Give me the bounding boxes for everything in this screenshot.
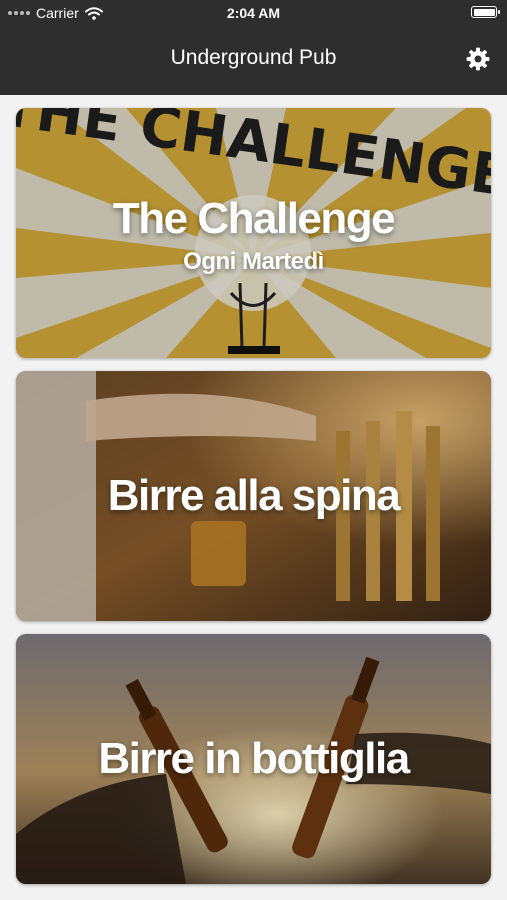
top-bar: Carrier 2:04 AM Underground Pub: [0, 0, 507, 95]
challenge-card[interactable]: THE CHALLENGE The Challenge Ogni Martedì: [16, 108, 491, 358]
card-subtitle: Ogni Martedì: [183, 248, 324, 275]
card-title: The Challenge: [112, 194, 396, 243]
card-title: Birre in bottiglia: [98, 734, 410, 783]
status-time: 2:04 AM: [226, 5, 281, 21]
draft-beer-card[interactable]: Birre alla spina: [16, 371, 491, 621]
page-title: Underground Pub: [170, 46, 337, 69]
battery-icon: [471, 6, 500, 18]
gear-icon[interactable]: [465, 46, 491, 72]
card-title: Birre alla spina: [107, 471, 401, 520]
bottled-beer-card[interactable]: Birre in bottiglia: [16, 634, 491, 884]
status-bar: Carrier 2:04 AM: [0, 0, 507, 26]
